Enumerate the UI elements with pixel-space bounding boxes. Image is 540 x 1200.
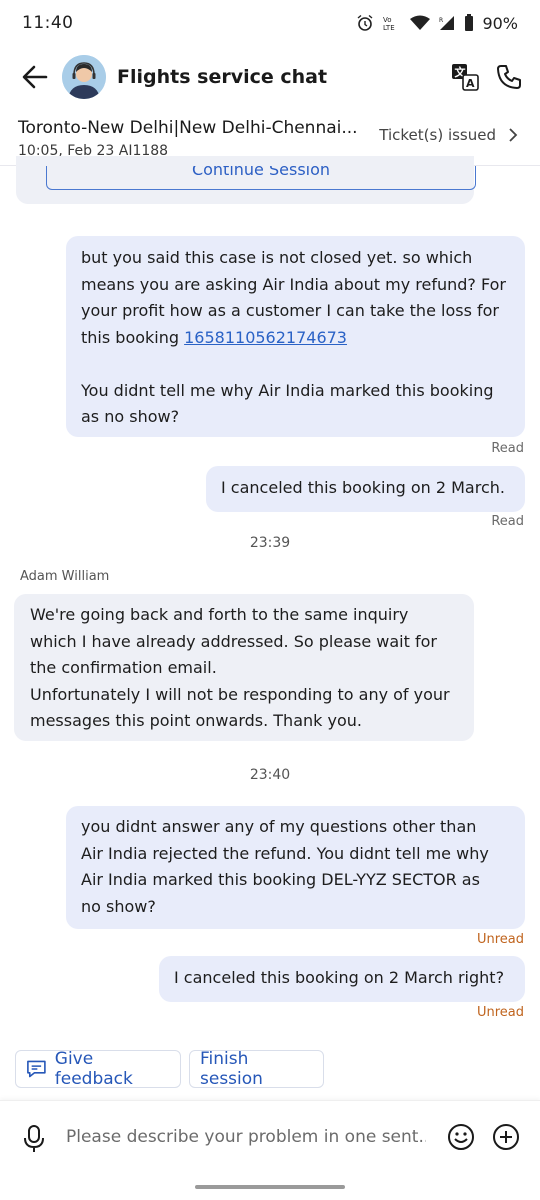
attach-button[interactable] <box>492 1123 520 1155</box>
status-bar: 11:40 Vo LTE R 90% <box>0 0 540 46</box>
agent-avatar <box>62 55 106 99</box>
message-line: means you are asking Air India about my … <box>81 274 506 294</box>
svg-text:A: A <box>466 77 475 90</box>
message-input-bar: Please describe your problem in one sent… <box>0 1100 540 1200</box>
message-line: the confirmation email. <box>30 658 217 677</box>
continue-session-button[interactable]: Continue Session <box>46 166 476 190</box>
unread-status: Unread <box>476 932 524 947</box>
voice-input-button[interactable] <box>22 1124 46 1158</box>
message-line: no show? <box>81 896 156 916</box>
trip-status[interactable]: Ticket(s) issued <box>379 126 518 144</box>
translate-button[interactable]: 文 A <box>450 62 480 92</box>
svg-text:R: R <box>439 17 443 24</box>
chat-header: Flights service chat 文 A <box>0 46 540 108</box>
volte-icon: VoLTE <box>383 16 395 32</box>
timestamp: 23:39 <box>249 535 291 551</box>
finish-session-button[interactable]: Finish session <box>189 1049 324 1089</box>
call-button[interactable] <box>494 62 524 92</box>
message-line: which I have already addressed. So pleas… <box>30 631 437 651</box>
message-line: You didnt tell me why Air India marked t… <box>81 380 494 400</box>
home-indicator[interactable] <box>195 1185 345 1189</box>
give-feedback-button[interactable]: Give feedback <box>15 1049 181 1089</box>
user-message: but you said this case is not closed yet… <box>66 236 525 437</box>
page-title: Flights service chat <box>117 66 328 88</box>
wifi-icon <box>410 15 431 30</box>
svg-text:LTE: LTE <box>383 24 395 32</box>
plus-icon <box>493 1124 519 1150</box>
mic-icon <box>24 1125 44 1152</box>
emoji-button[interactable] <box>447 1123 475 1155</box>
feedback-icon <box>27 1060 46 1078</box>
battery-level: 90% <box>482 13 518 33</box>
emoji-icon <box>448 1124 474 1150</box>
user-message: you didnt answer any of my questions oth… <box>66 806 525 929</box>
message-line: I canceled this booking on 2 March. <box>221 478 505 497</box>
alarm-icon <box>357 14 373 31</box>
message-line: as no show? <box>81 407 180 426</box>
continue-session-label: Continue Session <box>191 166 331 179</box>
booking-number-link[interactable]: 1658110562174673 <box>184 328 347 347</box>
svg-text:Vo: Vo <box>383 16 392 24</box>
user-message: I canceled this booking on 2 March. <box>206 466 525 512</box>
read-status: Read <box>491 514 524 529</box>
chevron-right-icon <box>509 128 518 142</box>
user-message: I canceled this booking on 2 March right… <box>159 956 525 1002</box>
signal-icon: R <box>439 16 455 30</box>
battery-icon <box>465 14 474 31</box>
agent-message: We're going back and forth to the same i… <box>14 594 474 741</box>
message-line: Air India rejected the refund. You didnt… <box>81 843 489 863</box>
chat-area[interactable]: Continue Session but you said this case … <box>0 156 540 1100</box>
message-line: messages this point onwards. Thank you. <box>30 711 362 730</box>
message-line: this booking 1658110562174673 <box>81 325 510 352</box>
ticket-status: Ticket(s) issued <box>379 126 496 144</box>
back-arrow-icon <box>22 65 48 89</box>
unread-status: Unread <box>476 1005 524 1020</box>
message-line: Air India marked this booking DEL-YYZ SE… <box>81 870 480 889</box>
back-button[interactable] <box>18 60 52 94</box>
translate-icon: 文 A <box>452 64 479 91</box>
status-time: 11:40 <box>22 13 74 33</box>
timestamp: 23:40 <box>249 767 291 783</box>
message-line: you didnt answer any of my questions oth… <box>81 817 477 836</box>
message-line: your profit how as a customer I can take… <box>81 301 499 320</box>
previous-message: Continue Session <box>16 156 476 204</box>
finish-session-label: Finish session <box>200 1049 263 1089</box>
message-input[interactable]: Please describe your problem in one sent… <box>66 1127 426 1147</box>
message-line: Unfortunately I will not be responding t… <box>30 684 450 704</box>
read-status: Read <box>491 441 524 456</box>
agent-name: Adam William <box>20 569 110 584</box>
message-line: We're going back and forth to the same i… <box>30 605 409 624</box>
header-actions: 文 A <box>450 62 524 92</box>
status-icons: Vo LTE R 90% <box>356 14 518 33</box>
phone-icon <box>497 65 521 89</box>
message-text: this booking <box>81 327 185 347</box>
message-line: I canceled this booking on 2 March right… <box>174 968 505 987</box>
message-line: but you said this case is not closed yet… <box>81 248 473 267</box>
give-feedback-label: Give feedback <box>54 1049 133 1089</box>
